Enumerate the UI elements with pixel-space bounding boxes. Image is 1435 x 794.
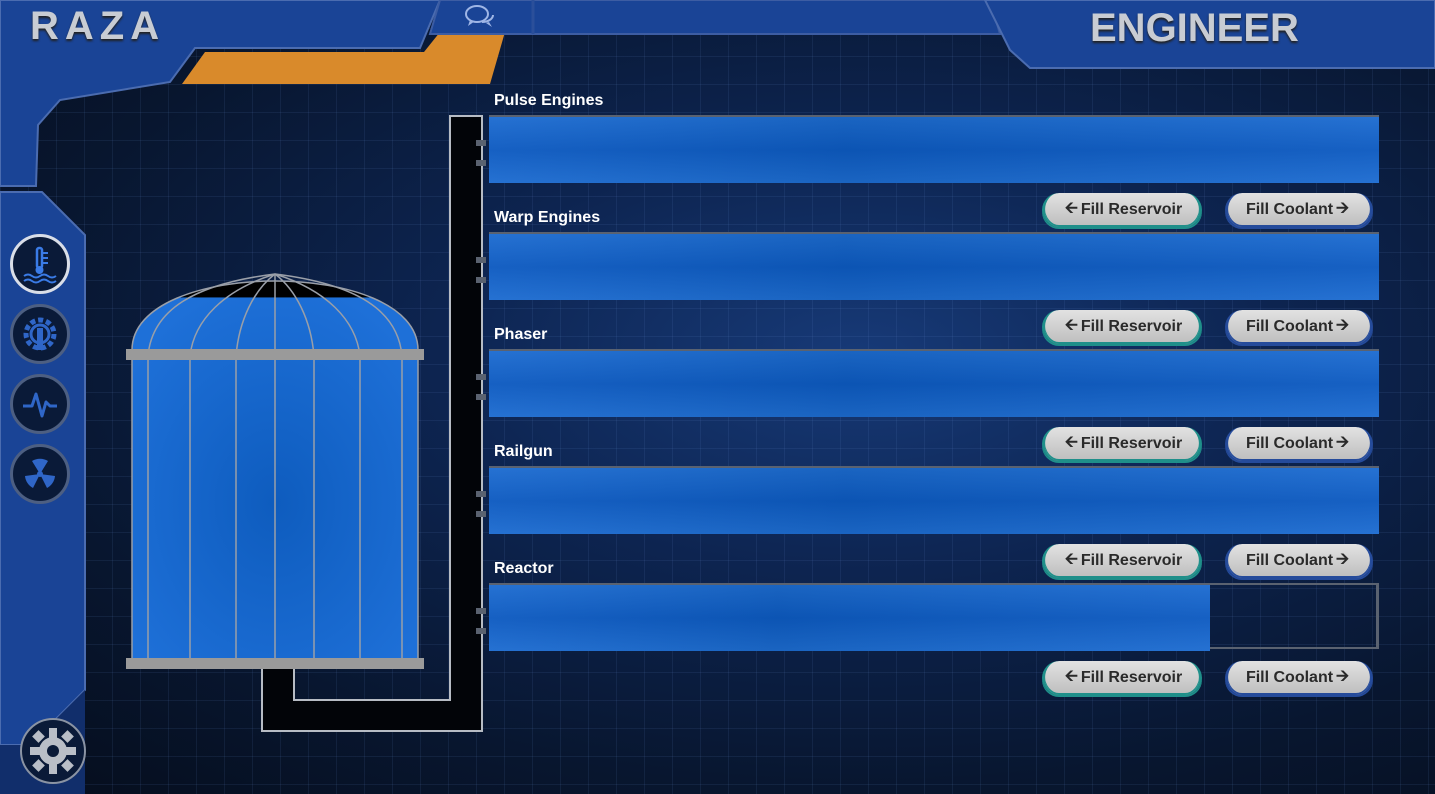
button-label: Fill Coolant [1245,201,1334,218]
button-label: Fill Reservoir [1080,318,1183,335]
fill-coolant-button[interactable]: Fill Coolant 🡪 [1225,427,1373,461]
fill-reservoir-button[interactable]: 🡨 Fill Reservoir [1042,310,1202,344]
arrow-left-icon: 🡨 [1064,667,1078,685]
fill-coolant-button[interactable]: Fill Coolant 🡪 [1225,193,1373,227]
coolant-bar-track [489,583,1379,651]
coolant-bar-fill [489,234,1379,300]
fill-reservoir-button[interactable]: 🡨 Fill Reservoir [1042,544,1202,578]
button-label: Fill Coolant [1245,669,1334,686]
arrow-right-icon: 🡪 [1336,550,1350,568]
button-label: Fill Coolant [1245,552,1334,569]
system-label: Railgun [494,443,553,460]
coolant-bar-track [489,349,1379,417]
coolant-bar-fill [489,468,1379,534]
fill-coolant-button[interactable]: Fill Coolant 🡪 [1225,544,1373,578]
system-label: Reactor [494,560,554,577]
system-label: Pulse Engines [494,92,604,109]
coolant-bar-fill [489,585,1210,651]
button-label: Fill Reservoir [1080,552,1183,569]
arrow-left-icon: 🡨 [1064,199,1078,217]
fill-reservoir-button[interactable]: 🡨 Fill Reservoir [1042,427,1202,461]
arrow-left-icon: 🡨 [1064,316,1078,334]
button-label: Fill Coolant [1245,435,1334,452]
button-label: Fill Reservoir [1080,669,1183,686]
arrow-right-icon: 🡪 [1336,433,1350,451]
system-label: Warp Engines [494,209,601,226]
coolant-bar-fill [489,117,1379,183]
button-label: Fill Reservoir [1080,435,1183,452]
fill-reservoir-button[interactable]: 🡨 Fill Reservoir [1042,661,1202,695]
button-label: Fill Reservoir [1080,201,1183,218]
arrow-left-icon: 🡨 [1064,550,1078,568]
system-label: Phaser [494,326,548,343]
coolant-bar-track [489,115,1379,183]
fill-reservoir-button[interactable]: 🡨 Fill Reservoir [1042,193,1202,227]
arrow-right-icon: 🡪 [1336,316,1350,334]
button-label: Fill Coolant [1245,318,1334,335]
coolant-bar-fill [489,351,1379,417]
coolant-bar-track [489,232,1379,300]
fill-coolant-button[interactable]: Fill Coolant 🡪 [1225,310,1373,344]
coolant-bar-track [489,466,1379,534]
arrow-left-icon: 🡨 [1064,433,1078,451]
fill-coolant-button[interactable]: Fill Coolant 🡪 [1225,661,1373,695]
arrow-right-icon: 🡪 [1336,199,1350,217]
arrow-right-icon: 🡪 [1336,667,1350,685]
coolant-reservoir-tank [126,273,424,669]
